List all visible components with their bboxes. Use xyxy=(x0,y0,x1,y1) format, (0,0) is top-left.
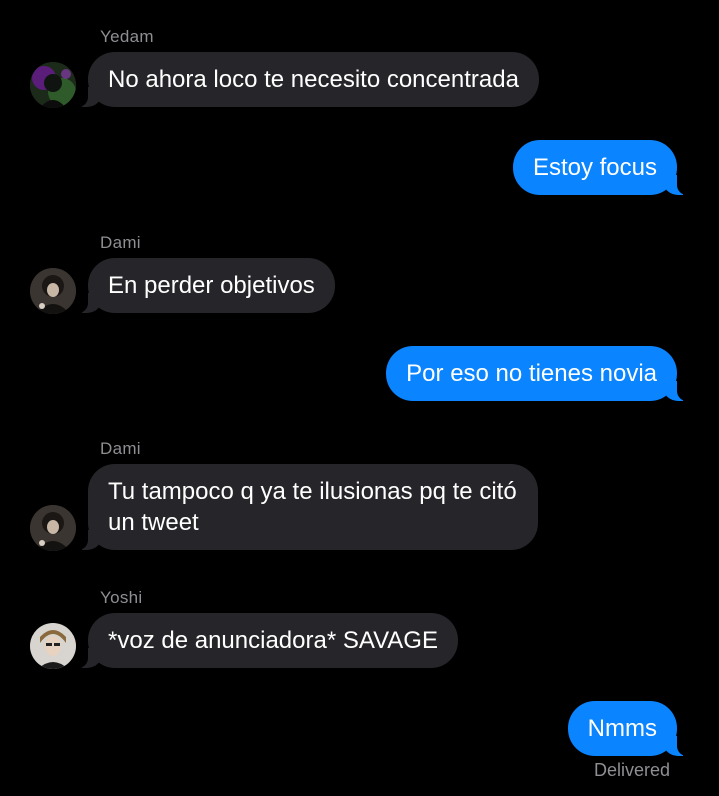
sender-name: Yedam xyxy=(100,27,154,46)
message-bubble-incoming[interactable]: Tu tampoco q ya te ilusionas pq te citó … xyxy=(78,464,538,550)
message-bubble-outgoing[interactable]: Estoy focus xyxy=(512,140,688,195)
chat-transcript: Yedam No ahora loco te necesito concentr… xyxy=(0,0,719,796)
avatar[interactable] xyxy=(30,505,76,551)
delivery-status: Delivered xyxy=(593,760,670,780)
avatar-dami-image xyxy=(30,505,76,551)
message-bubble-incoming[interactable]: En perder objetivos xyxy=(78,258,335,313)
avatar[interactable] xyxy=(30,268,76,314)
avatar-yedam-image xyxy=(30,62,76,108)
sender-name: Yoshi xyxy=(100,588,143,607)
message-bubble-incoming[interactable]: No ahora loco te necesito concentrada xyxy=(78,52,539,107)
message-bubble-outgoing[interactable]: Nmms xyxy=(567,701,688,756)
sender-name: Dami xyxy=(100,233,141,252)
avatar[interactable] xyxy=(30,623,76,669)
avatar-yoshi-image xyxy=(30,623,76,669)
message-bubble-incoming[interactable]: *voz de anunciadora* SAVAGE xyxy=(78,613,458,668)
message-bubble-outgoing[interactable]: Por eso no tienes novia xyxy=(386,346,687,401)
sender-name: Dami xyxy=(100,439,141,458)
avatar[interactable] xyxy=(30,62,76,108)
avatar-dami-image xyxy=(30,268,76,314)
